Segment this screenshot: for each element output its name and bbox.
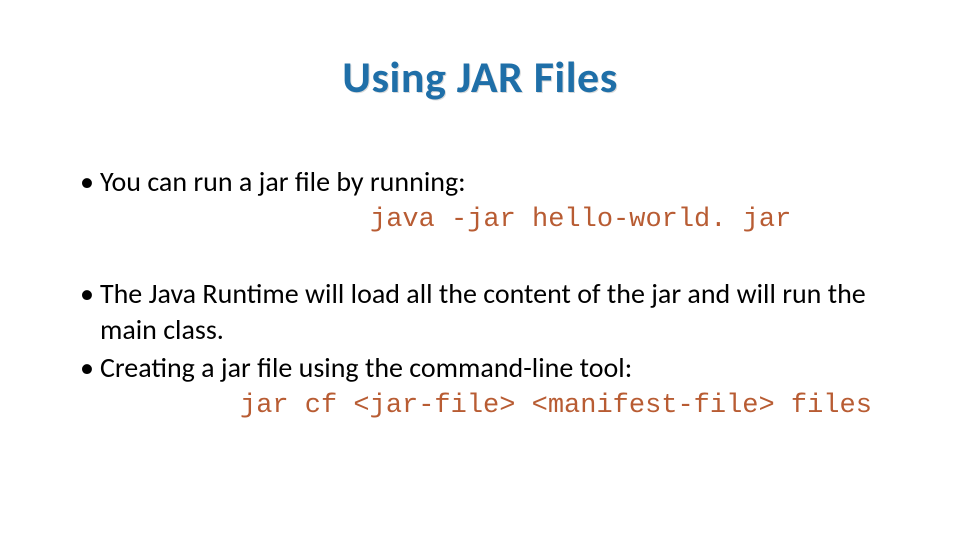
bullet-item-2: • The Java Runtime will load all the con…	[80, 276, 900, 348]
bullet-text-3: Creating a jar file using the command-li…	[100, 350, 632, 386]
code-line-1: java -jar hello-world. jar	[80, 202, 900, 238]
bullet-dot-icon: •	[80, 350, 94, 386]
bullet-item-1: • You can run a jar file by running:	[80, 164, 900, 200]
spacer	[80, 240, 900, 276]
bullet-dot-icon: •	[80, 164, 94, 200]
code-line-2: jar cf <jar-file> <manifest-file> files	[80, 388, 900, 424]
bullet-item-3: • Creating a jar file using the command-…	[80, 350, 900, 386]
bullet-text-1: You can run a jar file by running:	[100, 164, 466, 200]
bullet-text-2: The Java Runtime will load all the conte…	[100, 276, 900, 348]
bullet-dot-icon: •	[80, 276, 94, 312]
slide-title: Using JAR Files	[60, 50, 900, 104]
slide-content: • You can run a jar file by running: jav…	[60, 164, 900, 424]
slide-container: Using JAR Files • You can run a jar file…	[0, 0, 960, 540]
